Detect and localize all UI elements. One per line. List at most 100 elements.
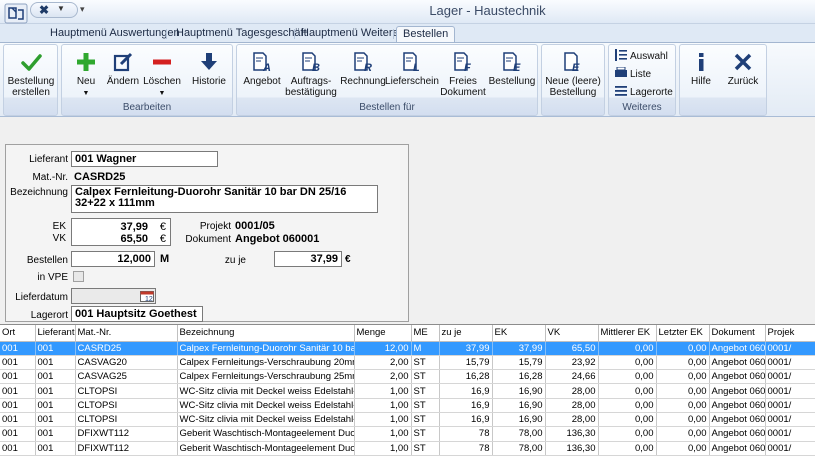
auftragsbestaetigung-button[interactable]: B Auftrags- bestätigung: [283, 51, 339, 98]
document-r-icon: R: [352, 51, 374, 74]
tab-bestellen[interactable]: Bestellen: [396, 26, 456, 42]
table-cell: 136,30: [545, 426, 599, 442]
neue-bestellung-label-2: Bestellung: [549, 87, 597, 98]
angebot-button[interactable]: A Angebot: [241, 51, 283, 87]
title-bar: ✖ ▼ ▾ Lager - Haustechnik: [0, 0, 815, 24]
table-cell: 0,00: [656, 383, 710, 399]
table-cell: 0,00: [656, 369, 710, 385]
table-cell: 2,00: [354, 355, 412, 371]
vk-value: 65,50: [120, 233, 148, 245]
column-header[interactable]: Menge: [354, 325, 412, 342]
table-cell: 0001/: [765, 341, 815, 356]
tab-hauptmenue-auswertungen[interactable]: Hauptmenü Auswertungen: [44, 26, 186, 42]
column-header[interactable]: Ort: [0, 325, 36, 342]
table-row[interactable]: 001 001 CLTOPSI WC-Sitz clivia mit Deckel w…: [0, 412, 815, 428]
auswahl-button[interactable]: Auswahl: [615, 49, 668, 64]
ribbon-tabs: Hauptmenü Auswertungen Hauptmenü Tagesge…: [0, 24, 815, 42]
ek-vk-box: 37,99 € 65,50 €: [71, 218, 171, 246]
table-cell: ST: [411, 412, 440, 428]
rechnung-button[interactable]: R Rechnung: [339, 51, 387, 87]
lagerorte-button[interactable]: Lagerorte: [615, 85, 673, 100]
svg-text:R: R: [364, 62, 372, 73]
column-header[interactable]: Mat.-Nr.: [75, 325, 178, 342]
zurueck-button[interactable]: Zurück: [724, 51, 762, 87]
column-header[interactable]: Lieferant: [35, 325, 76, 342]
table-cell: 16,28: [439, 369, 493, 385]
loeschen-label: Löschen: [143, 76, 181, 87]
lagerort-field[interactable]: 001 Hauptsitz Goethest: [71, 306, 203, 322]
historie-button[interactable]: Historie: [190, 51, 228, 87]
ek-label: EK: [52, 221, 66, 232]
table-cell: 001: [35, 441, 76, 456]
table-cell: 16,90: [492, 412, 546, 428]
bezeichnung-field[interactable]: Calpex Fernleitung-Duorohr Sanitär 10 ba…: [71, 185, 378, 213]
table-row[interactable]: 001 001 CASRD25 Calpex Fernleitung-Duorohr …: [0, 341, 815, 356]
table-row[interactable]: 001 001 DFIXWT112 Geberit Waschtisch-Montag…: [0, 441, 815, 456]
table-cell: 0,00: [656, 355, 710, 371]
grid-header-row: Ort Lieferant Mat.-Nr. Bezeichnung Menge ME zu…: [0, 325, 815, 342]
lagerort-label: Lagerort: [30, 310, 68, 321]
unit-value: M: [160, 253, 170, 265]
table-cell: 28,00: [545, 398, 599, 413]
table-cell: 16,9: [439, 398, 493, 413]
table-cell: 23,92: [545, 355, 599, 371]
table-row[interactable]: 001 001 CASVAG20 Calpex Fernleitungs-Versch…: [0, 355, 815, 371]
bestellung-button[interactable]: E Bestellung: [487, 51, 537, 87]
aendern-button[interactable]: Ändern: [104, 51, 142, 87]
table-cell: 78: [439, 441, 493, 456]
column-header[interactable]: EK: [492, 325, 546, 342]
invpe-checkbox[interactable]: [73, 271, 84, 282]
column-header[interactable]: Mittlerer EK: [598, 325, 657, 342]
table-cell: Angebot 060: [709, 398, 766, 413]
check-icon: [20, 51, 42, 73]
bestellung-erstellen-label-2: erstellen: [12, 87, 50, 98]
table-cell: 0001/: [765, 369, 815, 385]
zuje-field[interactable]: 37,99: [274, 251, 342, 267]
table-cell: CASVAG20: [75, 355, 178, 371]
tab-hauptmenue-tagesgeschaeft[interactable]: Hauptmenü Tagesgeschäft: [170, 26, 313, 42]
auswahl-label: Auswahl: [630, 51, 668, 62]
column-header[interactable]: Dokument: [709, 325, 766, 342]
column-header[interactable]: zu je: [439, 325, 493, 342]
calendar-icon[interactable]: 12: [140, 290, 154, 303]
table-cell: 1,00: [354, 441, 412, 456]
neue-bestellung-button[interactable]: E Neue (leere) Bestellung: [544, 51, 602, 98]
table-cell: 0,00: [598, 426, 657, 442]
bestellen-field[interactable]: 12,000: [71, 251, 155, 267]
column-header[interactable]: VK: [545, 325, 599, 342]
neu-label: Neu: [76, 76, 96, 87]
svg-text:E: E: [572, 62, 580, 73]
table-row[interactable]: 001 001 CLTOPSI WC-Sitz clivia mit Deckel w…: [0, 383, 815, 399]
zurueck-label: Zurück: [727, 76, 759, 87]
table-row[interactable]: 001 001 CASVAG25 Calpex Fernleitungs-Versch…: [0, 369, 815, 385]
neu-button[interactable]: Neu ▼: [70, 51, 102, 99]
lieferant-field[interactable]: 001 Wagner: [71, 151, 218, 167]
info-icon: [690, 51, 712, 73]
column-header[interactable]: Letzter EK: [656, 325, 710, 342]
table-cell: 001: [0, 441, 36, 456]
arrow-down-icon: [198, 51, 220, 73]
table-cell: 78: [439, 426, 493, 442]
liste-button[interactable]: Liste: [615, 66, 651, 82]
bestellung-erstellen-button[interactable]: Bestellung erstellen: [6, 51, 56, 98]
table-cell: 12,00: [354, 341, 412, 356]
group-hilfe-zurueck: Hilfe Zurück: [679, 44, 767, 116]
bestellen-label: Bestellen: [26, 255, 68, 266]
lieferschein-button[interactable]: L Lieferschein: [385, 51, 439, 87]
document-l-icon: L: [401, 51, 423, 74]
freies-dokument-button[interactable]: F Freies Dokument: [439, 51, 487, 98]
column-header[interactable]: Bezeichnung: [177, 325, 355, 342]
table-cell: 0,00: [598, 341, 657, 356]
table-cell: ST: [411, 383, 440, 399]
table-cell: 0001/: [765, 426, 815, 442]
neu-dropdown-icon: ▼: [82, 90, 90, 97]
column-header[interactable]: Projek: [765, 325, 815, 342]
table-row[interactable]: 001 001 DFIXWT112 Geberit Waschtisch-Montag…: [0, 426, 815, 442]
hilfe-button[interactable]: Hilfe: [684, 51, 718, 87]
table-row[interactable]: 001 001 CLTOPSI WC-Sitz clivia mit Deckel w…: [0, 398, 815, 413]
loeschen-button[interactable]: Löschen ▼: [142, 51, 182, 99]
column-header[interactable]: ME: [411, 325, 440, 342]
table-cell: 1,00: [354, 398, 412, 413]
table-cell: 0,00: [598, 398, 657, 413]
lieferschein-label: Lieferschein: [385, 76, 439, 87]
